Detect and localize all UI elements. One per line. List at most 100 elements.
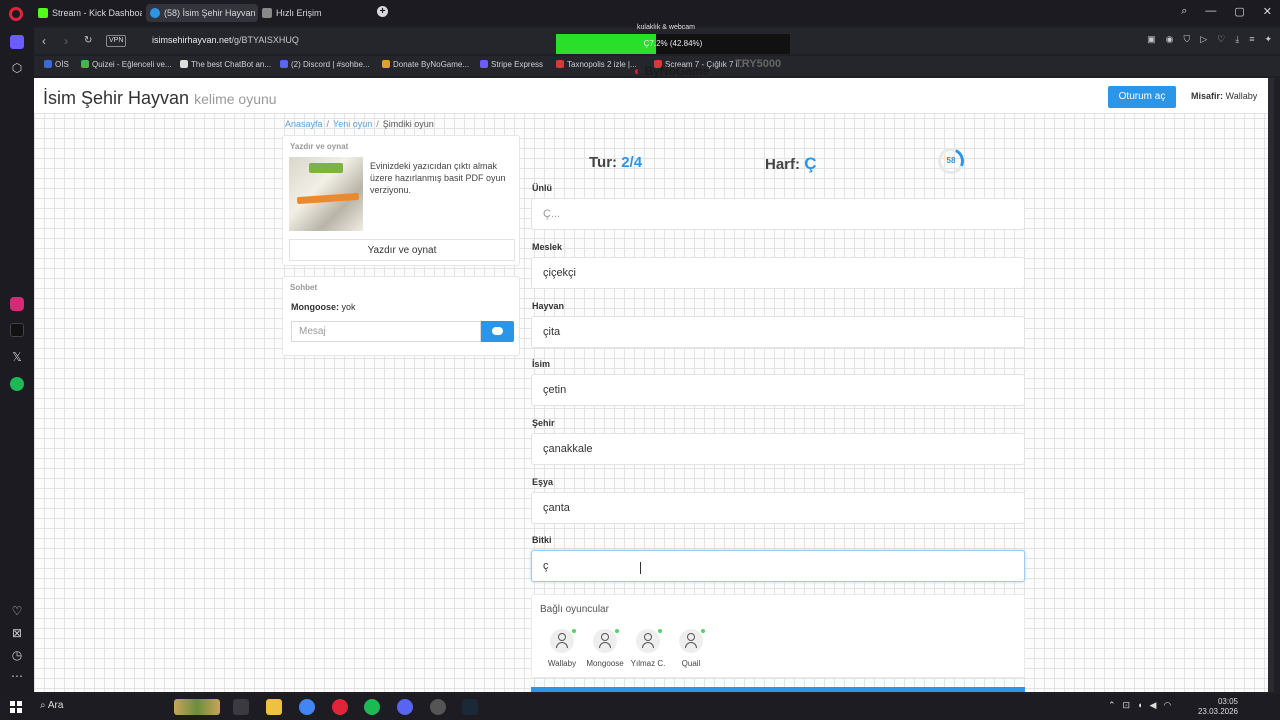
field-label-unlu: Ünlü [532,183,552,193]
player-name: Quail [681,659,701,668]
opera-logo-icon[interactable] [9,7,23,21]
bookmark-icon [280,60,288,68]
player-item: Quail [667,629,715,668]
field-esya-input[interactable]: çanta [531,492,1025,524]
stream-overlay-code: TRY5000 [735,58,782,70]
back-icon[interactable]: ‹ [42,34,46,48]
field-bitki-input[interactable]: ç [531,550,1025,582]
ai-icon[interactable]: ✦ [1264,34,1272,45]
tab-quick-access[interactable]: Hızlı Erişim [258,4,338,22]
mic-icon[interactable]: ◖ [1137,700,1142,711]
maximize-icon[interactable]: ▢ [1234,5,1244,18]
volume-icon[interactable]: ◀ [1150,700,1157,711]
opera-icon[interactable] [332,699,348,715]
bookmark-item[interactable]: Taxnopolis 2 izle |... [556,60,637,69]
field-unlu-input[interactable]: Ç... [531,198,1025,230]
bookmark-item[interactable]: (2) Discord | #sohbe... [280,60,370,69]
breadcrumb-home[interactable]: Anasayfa [285,119,323,129]
home-icon[interactable] [10,35,24,49]
reload-icon[interactable]: ↻ [84,35,92,46]
breadcrumb-new-game[interactable]: Yeni oyun [333,119,372,129]
field-hayvan-input[interactable]: çita [531,316,1025,348]
discord-icon[interactable] [397,699,413,715]
snapshot-icon[interactable]: ▣ [1147,34,1156,45]
windows-start-icon[interactable] [10,701,22,713]
tiktok-icon[interactable] [10,323,24,337]
file-explorer-icon[interactable] [266,699,282,715]
heart-icon[interactable]: ♡ [1217,34,1225,45]
bookmark-item[interactable]: Quizei - Eğlenceli ve... [81,60,172,69]
x-icon[interactable]: 𝕏 [10,350,24,364]
more-icon[interactable]: ⋯ [10,669,24,683]
bookmark-item[interactable]: The best ChatBot an... [180,60,271,69]
letter-indicator: Harf: Ç [765,154,816,174]
obs-icon[interactable] [430,699,446,715]
page-scrollbar[interactable] [1268,78,1274,692]
bynogame-logo-icon: ◐ [634,64,645,78]
guest-name: Wallaby [1225,91,1258,101]
url-field[interactable]: isimsehirhayvan.net/g/BTYAISXHUQ [152,35,299,45]
camera-icon[interactable]: ◉ [1166,34,1174,45]
instagram-icon[interactable] [10,297,24,311]
player-item: Yılmaz C. [624,629,672,668]
login-button[interactable]: Oturum aç [1108,86,1176,108]
tab-kick-dashboard[interactable]: Stream - Kick Dashboard [34,4,142,22]
site-title[interactable]: İsim Şehir Hayvan kelime oyunu [43,88,277,109]
user-icon [644,633,652,641]
print-button[interactable]: Yazdır ve oynat [289,239,515,261]
forward-icon[interactable]: › [64,34,68,48]
taskbar-clock[interactable]: 03:05 23.03.2026 [1198,697,1238,717]
task-view-icon[interactable] [233,699,249,715]
bookmark-item[interactable]: Donate ByNoGame... [382,60,469,69]
spotify-icon[interactable] [10,377,24,391]
download-icon[interactable]: ⤓ [1235,34,1239,45]
chat-send-button[interactable] [481,321,514,342]
bookmark-icon [81,60,89,68]
field-isim-input[interactable]: çetin [531,374,1025,406]
field-meslek-input[interactable]: çiçekçi [531,257,1025,289]
chat-panel: Sohbet Mongoose: yok Mesaj [282,276,520,356]
vpn-badge[interactable]: VPN [106,35,127,47]
submit-button[interactable] [531,687,1025,692]
pin-icon[interactable]: ⬡ [10,61,24,75]
avatar [636,629,660,653]
chevron-up-icon[interactable]: ⌃ [1108,700,1116,711]
system-tray: ⌃ ⊡ ◖ ◀ ◠ [1108,700,1171,711]
field-label-bitki: Bitki [532,535,552,545]
tab-label: Stream - Kick Dashboard [52,8,142,18]
spotify-icon[interactable] [364,699,380,715]
shield-icon[interactable]: ⛉ [1183,34,1190,45]
new-tab-button[interactable]: + [377,6,388,17]
player-item: Wallaby [538,629,586,668]
minimize-icon[interactable]: — [1205,5,1216,18]
chrome-icon[interactable] [299,699,315,715]
bookmark-item[interactable]: OİS [44,60,69,69]
print-logo [309,163,343,173]
steam-icon[interactable] [462,699,478,715]
field-sehir-input[interactable]: çanakkale [531,433,1025,465]
tab-isim-sehir-hayvan[interactable]: (58) İsim Şehir Hayvan oyu [146,4,258,22]
history-icon[interactable]: ◷ [10,648,24,662]
round-label: Tur: [589,154,618,171]
desert-widget-icon[interactable] [174,699,220,715]
avatar [593,629,617,653]
network-icon[interactable]: ⊡ [1123,700,1131,711]
play-icon[interactable]: ▷ [1200,34,1207,45]
close-icon[interactable]: ✕ [1263,5,1272,18]
players-title: Bağlı oyuncular [540,604,609,615]
stream-progress-bar: Ç7.2% (42.84%) [556,34,790,54]
taskbar: ⌕ Ara ⌃ ⊡ ◖ ◀ ◠ 03:05 23.03.2026 [0,694,1280,720]
box-icon[interactable]: ⊠ [10,626,24,640]
online-indicator [615,629,619,633]
chat-input[interactable]: Mesaj [291,321,481,342]
bookmark-label: Quizei - Eğlenceli ve... [92,60,172,69]
menu-icon[interactable]: ≡ [1249,34,1254,45]
bookmark-icon [44,60,52,68]
heart-icon[interactable]: ♡ [10,604,24,618]
pencil-icon [296,192,360,205]
search-tabs-icon[interactable]: ⌕ [1181,5,1187,18]
wifi-icon[interactable]: ◠ [1163,700,1171,711]
connected-players-panel: Bağlı oyuncular Wallaby Mongoose Yılmaz … [531,594,1025,678]
bookmark-item[interactable]: Stripe Express [480,60,543,69]
taskbar-search[interactable]: ⌕ Ara [40,700,63,711]
